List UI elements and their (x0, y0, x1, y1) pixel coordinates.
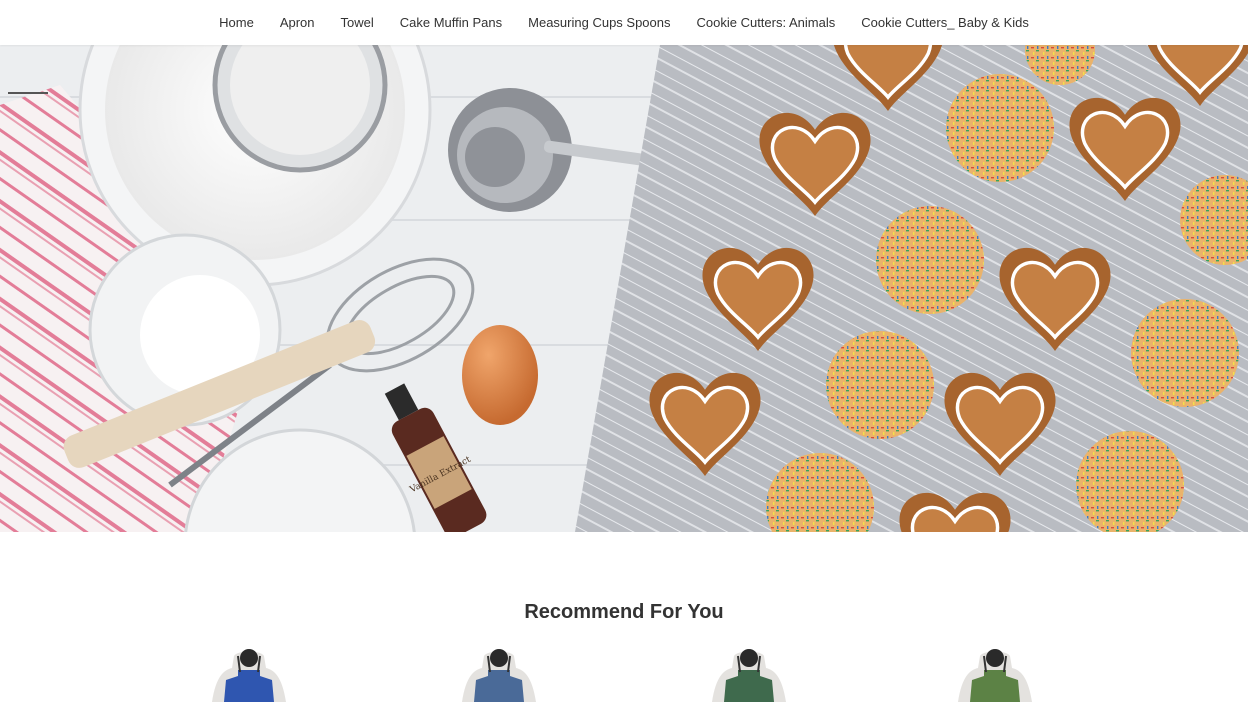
apron-image (462, 649, 536, 702)
top-navigation: Home Apron Towel Cake Muffin Pans Measur… (0, 0, 1248, 45)
recommend-product-grid (0, 648, 1248, 702)
product-card-apron-blue[interactable] (204, 648, 294, 702)
nav-item-towel[interactable]: Towel (328, 15, 387, 30)
apron-image (958, 649, 1032, 702)
recommend-section-title: Recommend For You (524, 601, 724, 623)
nav-item-home[interactable]: Home (206, 15, 267, 30)
nav-item-apron[interactable]: Apron (267, 15, 328, 30)
apron-image (712, 649, 786, 702)
product-card-apron-forest-green[interactable] (704, 648, 794, 702)
nav-item-cookie-cutters-baby-kids[interactable]: Cookie Cutters_ Baby & Kids (848, 15, 1042, 30)
product-card-apron-olive-green[interactable] (950, 648, 1040, 702)
product-card-apron-denim[interactable] (454, 648, 544, 702)
nav-menu: Home Apron Towel Cake Muffin Pans Measur… (206, 15, 1042, 30)
hero-baking-illustration: Vanilla Extract (0, 45, 1248, 532)
hero-banner[interactable]: Vanilla Extract (0, 45, 1248, 532)
nav-item-cake-muffin-pans[interactable]: Cake Muffin Pans (387, 15, 515, 30)
apron-image (212, 649, 286, 702)
nav-item-measuring-cups-spoons[interactable]: Measuring Cups Spoons (515, 15, 683, 30)
nav-item-cookie-cutters-animals[interactable]: Cookie Cutters: Animals (684, 15, 849, 30)
